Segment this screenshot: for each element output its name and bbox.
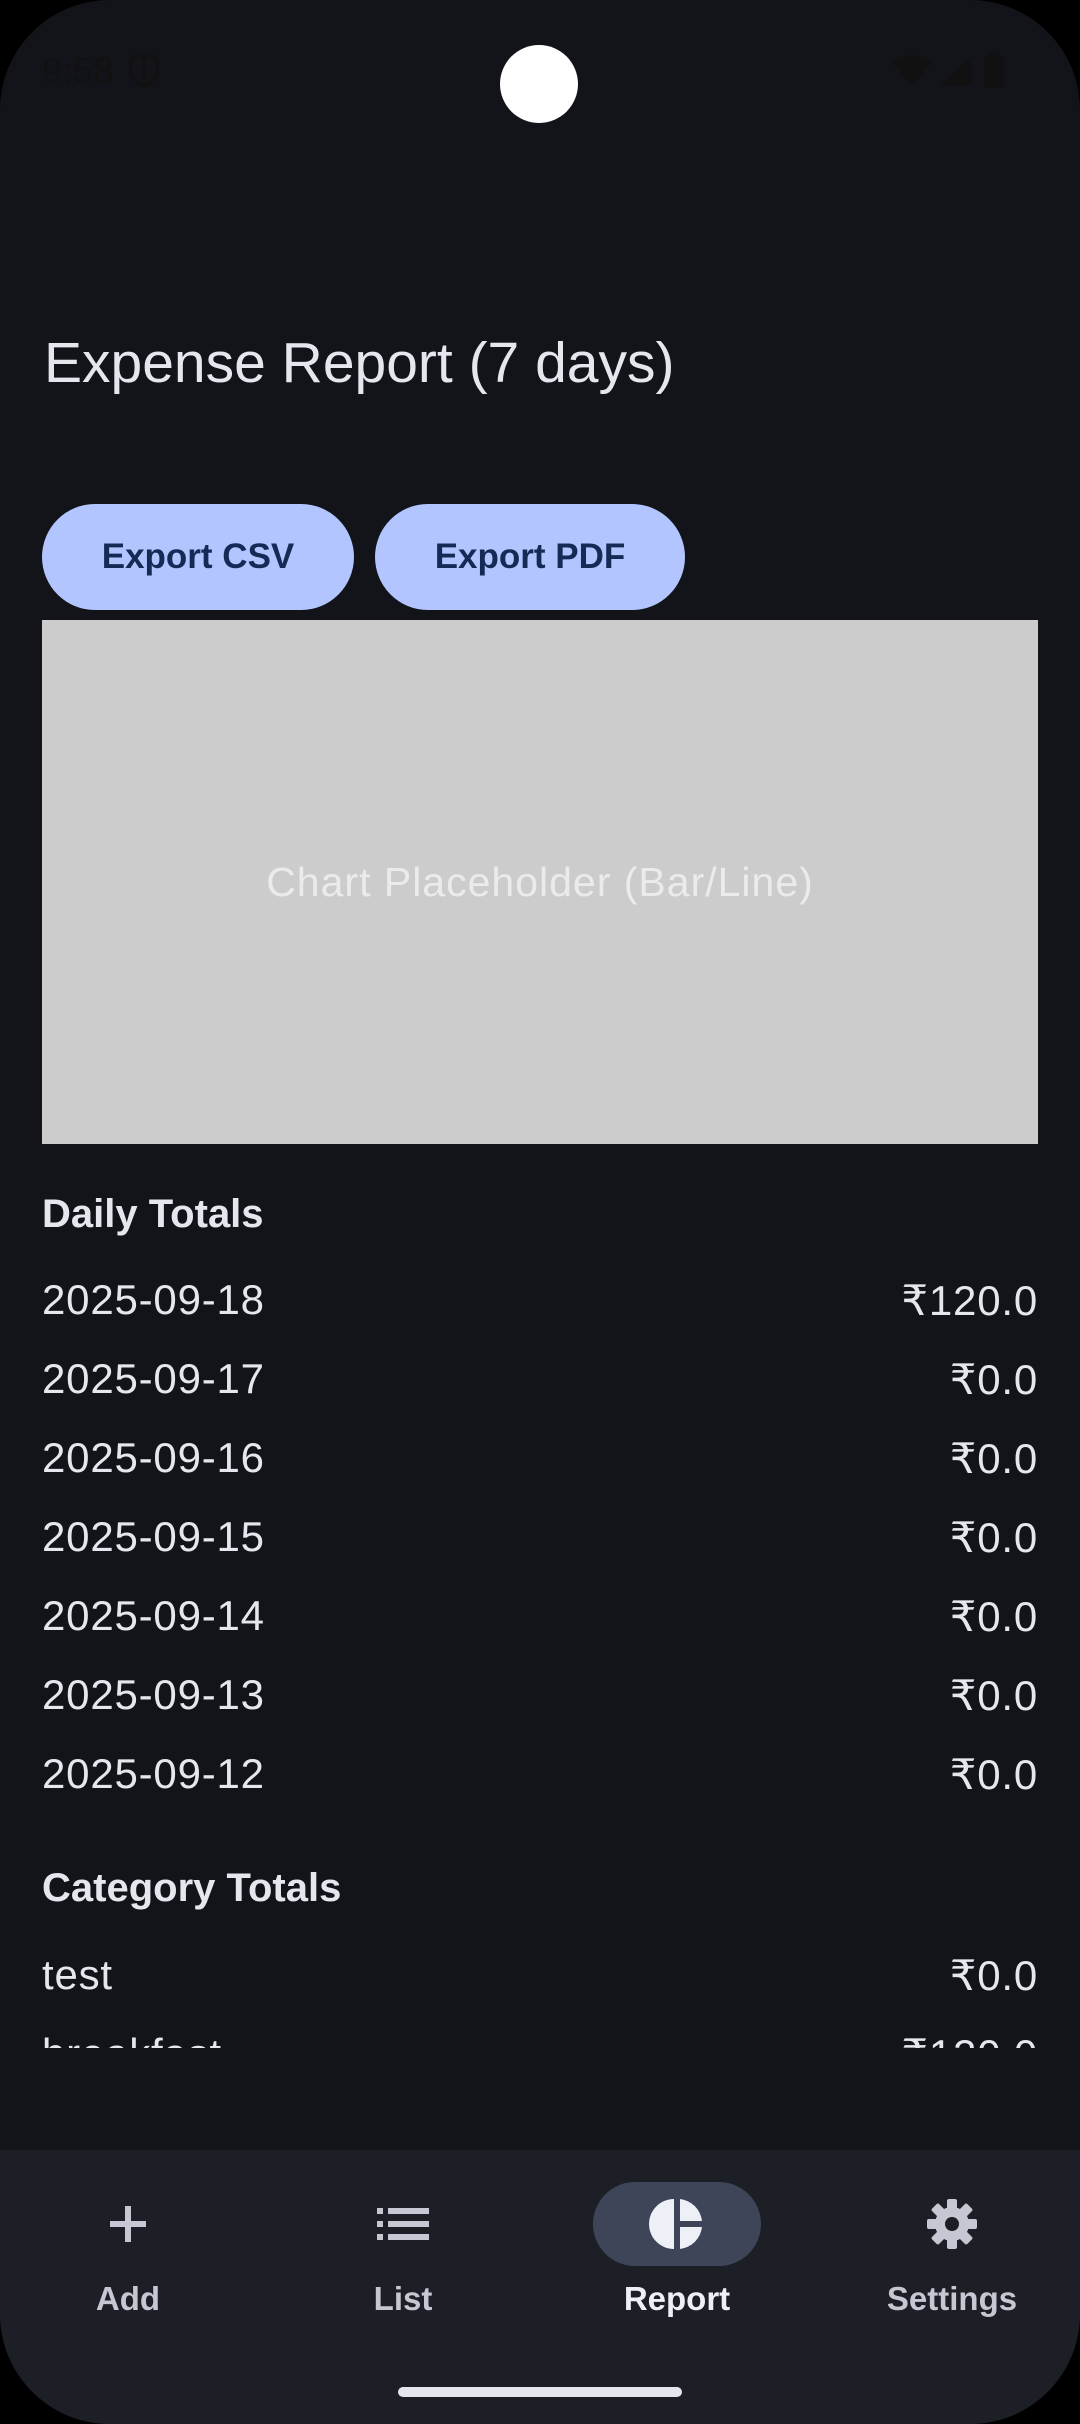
category-amount: ₹120.0	[901, 2030, 1038, 2049]
nav-icon-container	[593, 2182, 761, 2266]
daily-total-row: 2025-09-13 ₹0.0	[42, 1665, 1038, 1725]
daily-total-amount: ₹0.0	[949, 1750, 1038, 1798]
nav-label-settings: Settings	[886, 2280, 1018, 2317]
signal-icon	[940, 56, 972, 86]
export-csv-button[interactable]: Export CSV	[42, 504, 354, 610]
bottom-navigation: Add List Report Settings	[0, 2150, 1080, 2424]
status-time: 9:58	[42, 50, 115, 91]
export-pdf-button[interactable]: Export PDF	[375, 504, 685, 610]
nav-label-report: Report	[623, 2280, 731, 2317]
daily-total-amount: ₹0.0	[949, 1671, 1038, 1719]
daily-total-row: 2025-09-15 ₹0.0	[42, 1507, 1038, 1567]
daily-total-row: 2025-09-18 ₹120.0	[42, 1270, 1038, 1330]
daily-total-row: 2025-09-16 ₹0.0	[42, 1428, 1038, 1488]
home-indicator[interactable]	[398, 2387, 682, 2397]
category-total-row: breakfast ₹120.0	[42, 2024, 1038, 2048]
nav-item-settings[interactable]: Settings	[852, 2182, 1052, 2332]
daily-total-amount: ₹0.0	[949, 1355, 1038, 1403]
nav-label-list: List	[373, 2280, 433, 2317]
pie-chart-icon	[649, 2199, 702, 2249]
status-bar: 9:58	[0, 0, 1080, 140]
daily-totals-heading: Daily Totals	[42, 1192, 264, 1236]
gear-icon	[927, 2199, 977, 2249]
daily-total-row: 2025-09-12 ₹0.0	[42, 1744, 1038, 1804]
category-name: test	[42, 1951, 113, 1998]
daily-total-date: 2025-09-12	[42, 1750, 265, 1797]
daily-total-date: 2025-09-16	[42, 1434, 265, 1481]
nav-icon-container	[319, 2182, 487, 2266]
nav-item-add[interactable]: Add	[28, 2182, 228, 2332]
page-title: Expense Report (7 days)	[44, 331, 675, 395]
nav-item-report[interactable]: Report	[577, 2182, 777, 2332]
daily-total-row: 2025-09-17 ₹0.0	[42, 1349, 1038, 1409]
category-name: breakfast	[42, 2030, 222, 2048]
daily-total-amount: ₹0.0	[949, 1592, 1038, 1640]
chart-placeholder-text: Chart Placeholder (Bar/Line)	[266, 858, 814, 905]
daily-total-row: 2025-09-14 ₹0.0	[42, 1586, 1038, 1646]
daily-total-date: 2025-09-13	[42, 1671, 265, 1718]
category-total-row: test ₹0.0	[42, 1945, 1038, 2005]
daily-total-date: 2025-09-18	[42, 1276, 265, 1323]
wifi-icon	[892, 55, 932, 86]
nav-label-add: Add	[95, 2280, 161, 2317]
nav-icon-container	[868, 2182, 1036, 2266]
plus-icon	[110, 2206, 146, 2242]
battery-icon	[984, 52, 1004, 88]
list-icon	[377, 2208, 429, 2240]
daily-total-amount: ₹120.0	[901, 1276, 1038, 1324]
daily-total-amount: ₹0.0	[949, 1434, 1038, 1482]
category-amount: ₹0.0	[949, 1951, 1038, 1999]
shield-icon	[129, 52, 159, 88]
report-list[interactable]: Daily Totals 2025-09-18 ₹120.0 2025-09-1…	[0, 1144, 1080, 2048]
daily-total-date: 2025-09-14	[42, 1592, 265, 1639]
category-totals-heading: Category Totals	[42, 1866, 342, 1910]
daily-total-date: 2025-09-15	[42, 1513, 265, 1560]
phone-screen: 9:58 Expense Report (7 days) Export CSV …	[0, 0, 1080, 2424]
daily-total-amount: ₹0.0	[949, 1513, 1038, 1561]
nav-icon-container	[44, 2182, 212, 2266]
chart-placeholder: Chart Placeholder (Bar/Line)	[42, 620, 1038, 1144]
daily-total-date: 2025-09-17	[42, 1355, 265, 1402]
front-camera	[500, 45, 578, 123]
nav-item-list[interactable]: List	[303, 2182, 503, 2332]
